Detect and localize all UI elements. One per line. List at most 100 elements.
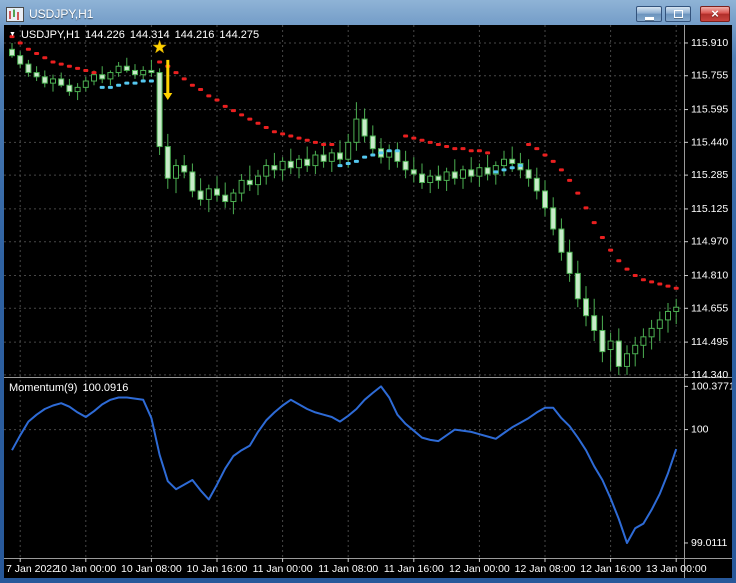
candle-body: [148, 69, 155, 74]
price-axis[interactable]: 115.910 115.755 115.595 115.440 115.285 115.1…: [684, 37, 728, 381]
candle-body: [476, 167, 483, 177]
candle-body: [410, 169, 417, 175]
candle-body: [615, 340, 622, 367]
trend-down-dot: [222, 104, 228, 108]
price-axis-label: 115.440: [691, 136, 728, 148]
candle-body: [115, 65, 122, 74]
trend-down-dot: [460, 147, 466, 151]
momentum-axis[interactable]: 100.3771 100 99.0111: [684, 380, 732, 549]
trend-down-dot: [17, 41, 23, 45]
trend-down-dot: [91, 71, 97, 75]
trend-down-dot: [206, 94, 212, 98]
candle-body: [181, 165, 188, 173]
trend-down-dot: [534, 147, 540, 151]
trend-down-dot: [42, 56, 48, 60]
candle-body: [443, 171, 450, 181]
trend-down-dot: [198, 87, 204, 91]
maximize-button[interactable]: [665, 6, 691, 22]
candle-body: [525, 169, 532, 179]
trend-down-dot: [66, 64, 72, 68]
candle-body: [230, 192, 237, 203]
candle-body: [132, 69, 138, 76]
candle-body: [287, 160, 294, 169]
time-axis-label: 12 Jan 16:00: [580, 563, 641, 575]
trend-down-dot: [255, 121, 261, 125]
chart-plot[interactable]: 115.910 115.755 115.595 115.440 115.285 115.1…: [4, 25, 732, 578]
trend-up-dot: [370, 153, 376, 157]
price-axis-label: 115.910: [691, 37, 728, 49]
candle-body: [304, 158, 311, 167]
trend-down-dot: [624, 267, 630, 271]
trend-down-dot: [427, 140, 433, 144]
trend-down-dot: [296, 136, 302, 140]
candle-body: [361, 118, 368, 137]
candle-body: [558, 228, 565, 253]
candle-body: [607, 340, 614, 351]
candle-body: [91, 74, 97, 82]
trend-down-dot: [83, 68, 89, 72]
candle-body: [9, 48, 15, 57]
trend-down-dot: [411, 136, 417, 140]
candle-body: [74, 86, 81, 93]
trend-down-dot: [181, 77, 187, 81]
maximize-icon: [673, 10, 683, 18]
trend-down-dot: [608, 248, 614, 252]
trend-down-dot: [304, 138, 310, 142]
trend-down-dot: [329, 142, 335, 146]
candle-body: [25, 63, 32, 74]
time-axis-label: 10 Jan 08:00: [121, 563, 182, 575]
candle-body: [123, 65, 130, 71]
chart-grid: [4, 25, 684, 558]
trend-down-dot: [649, 280, 655, 284]
trend-down-dot: [452, 147, 458, 151]
candle-body: [189, 171, 196, 192]
chart-area[interactable]: ▼ USDJPY,H1 144.226 144.314 144.216 144.…: [4, 25, 732, 578]
candle-body: [369, 135, 376, 150]
high-value: 144.314: [129, 29, 170, 41]
chart-window-icon[interactable]: [6, 6, 24, 22]
candle-body: [624, 353, 630, 367]
candle-body: [550, 207, 557, 230]
momentum-axis-label: 100: [691, 424, 709, 436]
candle-body: [41, 76, 48, 84]
trend-up-dot: [337, 164, 343, 168]
trend-up-dot: [517, 164, 523, 168]
candle-body: [156, 72, 163, 148]
window-title: USDJPY,H1: [29, 7, 94, 21]
trend-down-dot: [558, 168, 564, 172]
close-button[interactable]: ×: [700, 6, 730, 22]
time-axis-label: 11 Jan 16:00: [384, 563, 444, 575]
time-axis-label: 12 Jan 08:00: [515, 563, 576, 575]
trend-down-dot: [247, 117, 253, 121]
time-axis-label: 7 Jan 2022: [6, 563, 58, 575]
titlebar[interactable]: USDJPY,H1 ×: [4, 3, 732, 25]
momentum-axis-label: 99.0111: [691, 537, 728, 549]
trend-down-dot: [312, 140, 318, 144]
trend-down-dot: [657, 282, 663, 286]
candle-body: [214, 188, 220, 196]
momentum-name: Momentum(9): [9, 382, 78, 394]
time-axis[interactable]: 7 Jan 202210 Jan 00:00 10 Jan 08:00 10 Jan…: [6, 558, 707, 575]
trend-up-dot: [353, 159, 359, 163]
minimize-icon: [644, 16, 654, 20]
trend-down-dot: [58, 62, 64, 66]
momentum-series: [11, 385, 678, 544]
price-axis-label: 115.125: [691, 203, 728, 215]
candle-body: [656, 319, 663, 329]
price-axis-label: 114.810: [691, 270, 728, 282]
trend-down-dot: [632, 274, 638, 278]
one-click-trading-icon[interactable]: ▼: [9, 30, 16, 40]
trend-down-dot: [157, 60, 163, 64]
minimize-button[interactable]: [636, 6, 662, 22]
candle-body: [312, 154, 319, 167]
candle-body: [205, 188, 212, 200]
trend-up-dot: [140, 79, 146, 83]
price-axis-label: 114.495: [691, 336, 728, 348]
trend-up-dot: [99, 85, 105, 89]
trend-down-dot: [583, 206, 589, 210]
candle-body: [583, 298, 589, 317]
candle-body: [353, 118, 360, 143]
momentum-axis-label: 100.3771: [691, 380, 732, 392]
trend-up-dot: [345, 161, 351, 165]
candle-body: [640, 336, 647, 346]
